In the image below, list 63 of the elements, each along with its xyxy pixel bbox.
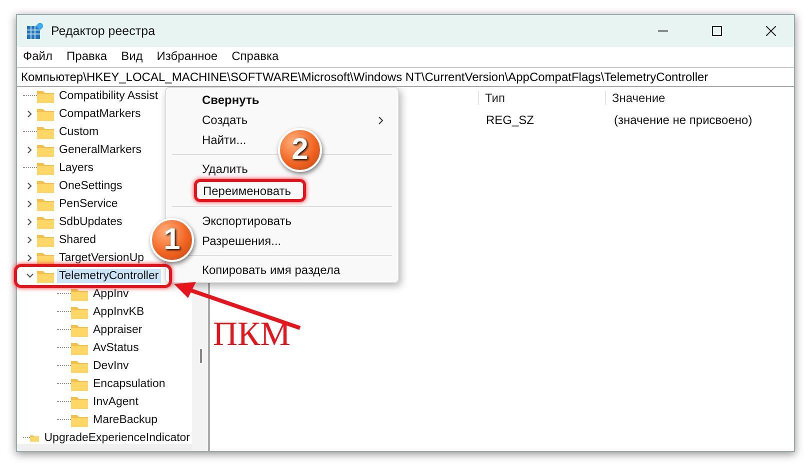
tree-item[interactable]: Encapsulation [91, 377, 168, 391]
context-menu-item[interactable]: Создать [202, 113, 248, 127]
folder-icon [71, 323, 88, 337]
horizontal-scrollbar[interactable] [17, 444, 192, 451]
menu-item[interactable]: Избранное [156, 49, 218, 63]
folder-icon [37, 143, 54, 157]
annotation-caption: ПКМ [213, 316, 290, 354]
folder-icon [71, 413, 88, 427]
folder-icon [37, 125, 54, 139]
tree-item[interactable]: GeneralMarkers [57, 143, 144, 157]
folder-icon [37, 233, 54, 247]
folder-icon [37, 161, 54, 175]
folder-icon [71, 377, 88, 391]
maximize-icon[interactable] [712, 26, 722, 36]
menu-item[interactable]: Файл [23, 49, 53, 63]
folder-icon [37, 251, 54, 265]
tree-item[interactable]: SdbUpdates [57, 215, 124, 229]
table-cell-text: (значение не присвоено) [613, 113, 754, 127]
table-cell-text: REG_SZ [485, 113, 536, 127]
tree-item[interactable]: PenService [57, 197, 120, 211]
tree-item[interactable]: Appraiser [91, 323, 144, 337]
folder-icon [37, 269, 54, 283]
column-header[interactable]: Значение [605, 91, 782, 105]
minimize-icon[interactable] [658, 30, 668, 32]
folder-icon [37, 89, 54, 103]
menu-item[interactable]: Правка [66, 49, 108, 63]
tree-item[interactable]: InvAgent [91, 395, 140, 409]
close-icon[interactable] [766, 26, 776, 36]
tree-item[interactable]: Layers [57, 161, 96, 175]
context-menu-item[interactable]: Разрешения... [202, 234, 282, 248]
tree-item[interactable]: CompatMarkers [57, 107, 143, 121]
tree-item[interactable]: DevInv [91, 359, 131, 373]
tree-item[interactable]: Compatibility Assist [57, 89, 160, 103]
menu-item[interactable]: Вид [121, 49, 143, 63]
tree-item[interactable]: UpgradeExperienceIndicator [42, 431, 192, 444]
tree-item[interactable]: Shared [57, 233, 98, 247]
tree-item[interactable]: OneSettings [57, 179, 124, 193]
tree-item[interactable]: Custom [57, 125, 101, 139]
context-menu-item[interactable]: Свернуть [202, 93, 260, 107]
context-menu-item[interactable]: Удалить [202, 162, 248, 176]
context-menu-item[interactable]: Копировать имя раздела [202, 263, 340, 277]
folder-icon [37, 215, 54, 229]
column-header[interactable]: Тип [478, 91, 605, 105]
folder-icon [37, 107, 54, 121]
folder-icon [71, 359, 88, 373]
folder-icon [71, 287, 88, 301]
context-menu-item[interactable]: Найти... [202, 133, 246, 147]
context-menu-item[interactable]: Экспортировать [202, 214, 292, 228]
tree-item[interactable]: AppInvKB [91, 305, 146, 319]
tree-item[interactable]: AvStatus [91, 341, 141, 355]
folder-icon [37, 197, 54, 211]
folder-icon [71, 341, 88, 355]
tree-item[interactable]: TelemetryController [57, 269, 161, 283]
folder-icon [71, 395, 88, 409]
tree-item[interactable]: TargetVersionUp [57, 251, 146, 265]
tree-item[interactable]: MareBackup [91, 413, 160, 427]
folder-icon [71, 305, 88, 319]
registry-app-icon [27, 23, 43, 39]
menu-item[interactable]: Справка [232, 49, 279, 63]
address-bar[interactable]: Компьютер\HKEY_LOCAL_MACHINE\SOFTWARE\Microsoft\Windows NT\CurrentVersion\AppCompatFlags\TelemetryController [17, 67, 794, 87]
window-title: Редактор реестра [51, 24, 156, 38]
tree-item[interactable]: AppInv [91, 287, 131, 301]
folder-icon [37, 179, 54, 193]
